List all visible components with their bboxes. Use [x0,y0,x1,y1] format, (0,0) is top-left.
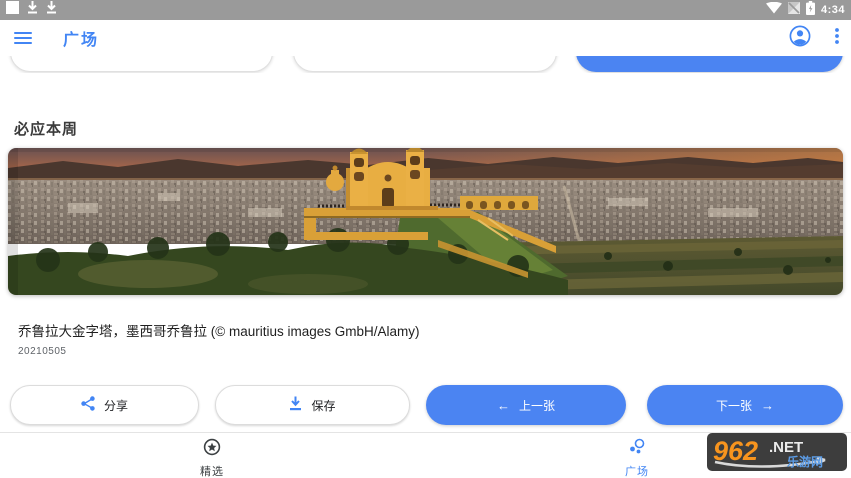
plaza-bubbles-icon [628,438,646,461]
app-bar: 广场 [0,20,851,56]
watermark-net: .NET [769,439,803,456]
input-field-partial[interactable] [293,56,557,72]
next-button[interactable]: 下一张 → [647,385,843,425]
primary-action-partial[interactable] [576,56,843,72]
input-field-partial[interactable] [10,56,273,72]
battery-charging-icon [806,1,815,20]
download-icon [289,396,302,414]
overflow-menu-icon[interactable] [835,28,839,49]
watermark-site: 乐游网 [787,454,823,469]
tab-featured[interactable]: 精选 [167,438,257,478]
status-bar: 4:34 [0,0,851,20]
wifi-icon [766,1,782,19]
square-status-icon [6,1,19,19]
tab-featured-label: 精选 [200,463,224,478]
download-status-icon [46,1,57,19]
share-label: 分享 [104,397,128,414]
watermark-number: 962 [713,436,758,466]
clock: 4:34 [821,4,845,16]
previous-button[interactable]: ← 上一张 [426,385,626,425]
photo-date: 20210505 [18,346,67,357]
download-status-icon [27,1,38,19]
share-icon [81,396,95,414]
signal-off-icon [788,1,800,19]
menu-icon[interactable] [14,32,32,45]
tab-plaza-label: 广场 [625,463,649,478]
photo-caption: 乔鲁拉大金字塔，墨西哥乔鲁拉 (© mauritius images GmbH/… [18,320,420,340]
featured-star-icon [203,438,221,461]
app-screen: 4:34 广场 必应本周 [0,0,851,478]
save-button[interactable]: 保存 [215,385,410,425]
section-header: 必应本周 [14,118,78,139]
arrow-right-icon: → [761,398,774,413]
site-watermark: 962 .NET 乐游网 [707,433,847,471]
tab-plaza[interactable]: 广场 [592,438,682,478]
next-label: 下一张 [716,397,752,414]
wallpaper-photo[interactable] [8,148,843,295]
save-label: 保存 [311,397,335,414]
arrow-left-icon: ← [497,398,510,413]
page-title: 广场 [63,26,99,50]
account-icon[interactable] [789,25,811,52]
share-button[interactable]: 分享 [10,385,199,425]
previous-label: 上一张 [519,397,555,414]
scrolled-fields-row [0,56,851,73]
